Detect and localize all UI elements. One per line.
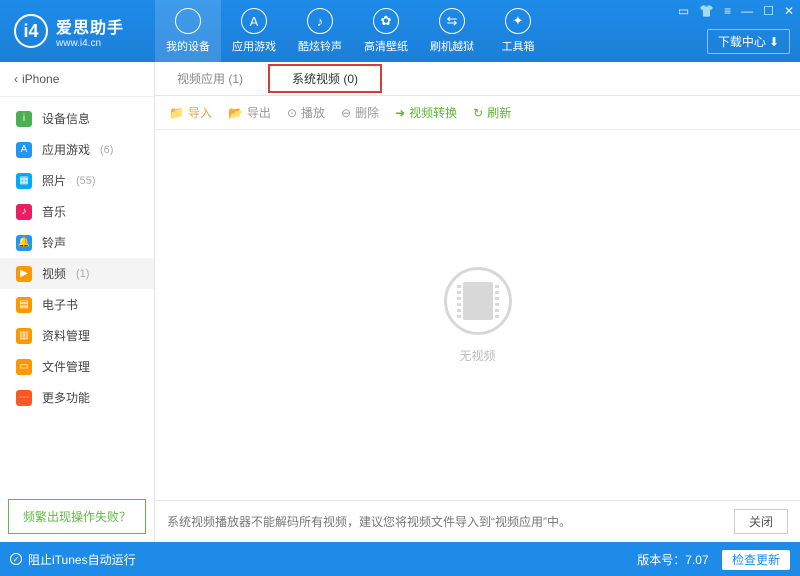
sidebar-icon: A: [16, 142, 32, 158]
app-url: www.i4.cn: [56, 38, 124, 49]
sidebar-icon: ▶: [16, 266, 32, 282]
sidebar-item-资料管理[interactable]: ▥资料管理: [0, 320, 154, 351]
main-panel: 视频应用 (1)系统视频 (0) 📁导入 📂导出 ⊙播放 ⊖删除 ➜视频转换 ↻…: [155, 62, 800, 542]
itunes-block-label[interactable]: 阻止iTunes自动运行: [28, 551, 136, 568]
nav-应用游戏[interactable]: A应用游戏: [221, 0, 287, 62]
sidebar: ‹ iPhone i设备信息 A应用游戏 (6)▦照片 (55)♪音乐 🔔铃声 …: [0, 62, 155, 542]
app-logo: i4 爱思助手 www.i4.cn: [0, 14, 155, 49]
sidebar-item-照片[interactable]: ▦照片 (55): [0, 165, 154, 196]
nav-icon: ✿: [373, 8, 399, 34]
export-button[interactable]: 📂导出: [228, 104, 271, 121]
sidebar-icon: i: [16, 111, 32, 127]
sidebar-item-更多功能[interactable]: ⋯更多功能: [0, 382, 154, 413]
nav-工具箱[interactable]: ✦工具箱: [485, 0, 551, 62]
help-button[interactable]: 频繁出现操作失败？: [8, 499, 146, 534]
check-icon[interactable]: ✓: [10, 553, 22, 565]
folder-in-icon: 📁: [169, 106, 184, 120]
sidebar-item-设备信息[interactable]: i设备信息: [0, 103, 154, 134]
sidebar-item-文件管理[interactable]: ▭文件管理: [0, 351, 154, 382]
folder-out-icon: 📂: [228, 106, 243, 120]
chevron-left-icon: ‹: [14, 72, 18, 86]
sidebar-item-应用游戏[interactable]: A应用游戏 (6): [0, 134, 154, 165]
app-name: 爱思助手: [56, 14, 124, 38]
hint-close-button[interactable]: 关闭: [734, 509, 788, 534]
convert-button[interactable]: ➜视频转换: [395, 104, 457, 121]
sidebar-item-音乐[interactable]: ♪音乐: [0, 196, 154, 227]
sidebar-icon: 🔔: [16, 235, 32, 251]
maximize-icon[interactable]: ☐: [763, 4, 774, 18]
nav-刷机越狱[interactable]: ⇆刷机越狱: [419, 0, 485, 62]
tab-系统视频 (0)[interactable]: 系统视频 (0): [268, 64, 382, 93]
empty-text: 无视频: [459, 347, 495, 364]
skin-icon[interactable]: 👕: [699, 4, 714, 18]
nav-icon: ⇆: [439, 8, 465, 34]
nav-我的设备[interactable]: 我的设备: [155, 0, 221, 62]
sidebar-icon: ♪: [16, 204, 32, 220]
tab-视频应用 (1)[interactable]: 视频应用 (1): [155, 62, 266, 95]
import-button[interactable]: 📁导入: [169, 104, 212, 121]
version-label: 版本号：: [637, 553, 685, 567]
nav-icon: [175, 8, 201, 34]
film-icon: [444, 267, 512, 335]
sidebar-item-铃声[interactable]: 🔔铃声: [0, 227, 154, 258]
sidebar-item-视频[interactable]: ▶视频 (1): [0, 258, 154, 289]
chat-icon[interactable]: ▭: [678, 4, 689, 18]
refresh-icon: ↻: [473, 106, 483, 120]
menu-icon[interactable]: ≡: [724, 4, 731, 18]
window-controls: ▭ 👕 ≡ — ☐ ✕: [678, 4, 794, 18]
convert-icon: ➜: [395, 106, 405, 120]
status-bar: ✓ 阻止iTunes自动运行 版本号：7.07 检查更新: [0, 542, 800, 576]
device-header[interactable]: ‹ iPhone: [0, 62, 154, 97]
sidebar-icon: ▤: [16, 297, 32, 313]
logo-icon: i4: [14, 14, 48, 48]
nav-酷炫铃声[interactable]: ♪酷炫铃声: [287, 0, 353, 62]
sidebar-icon: ▦: [16, 173, 32, 189]
download-center-button[interactable]: 下载中心 ⬇: [707, 29, 790, 54]
sidebar-icon: ▭: [16, 359, 32, 375]
delete-icon: ⊖: [341, 106, 351, 120]
close-icon[interactable]: ✕: [784, 4, 794, 18]
sidebar-icon: ▥: [16, 328, 32, 344]
status-right: 版本号：7.07 检查更新: [637, 551, 790, 568]
content-tabs: 视频应用 (1)系统视频 (0): [155, 62, 800, 96]
titlebar: i4 爱思助手 www.i4.cn 我的设备A应用游戏♪酷炫铃声✿高清壁纸⇆刷机…: [0, 0, 800, 62]
sidebar-item-电子书[interactable]: ▤电子书: [0, 289, 154, 320]
hint-text: 系统视频播放器不能解码所有视频，建议您将视频文件导入到“视频应用”中。: [167, 513, 571, 530]
sidebar-icon: ⋯: [16, 390, 32, 406]
toolbar: 📁导入 📂导出 ⊙播放 ⊖删除 ➜视频转换 ↻刷新: [155, 96, 800, 130]
hint-bar: 系统视频播放器不能解码所有视频，建议您将视频文件导入到“视频应用”中。 关闭: [155, 500, 800, 542]
empty-state: 无视频: [155, 130, 800, 500]
play-button[interactable]: ⊙播放: [287, 104, 325, 121]
nav-icon: ✦: [505, 8, 531, 34]
download-icon: ⬇: [769, 35, 779, 49]
play-icon: ⊙: [287, 106, 297, 120]
minimize-icon[interactable]: —: [741, 4, 753, 18]
nav-高清壁纸[interactable]: ✿高清壁纸: [353, 0, 419, 62]
refresh-button[interactable]: ↻刷新: [473, 104, 511, 121]
version-value: 7.07: [685, 553, 708, 567]
check-update-button[interactable]: 检查更新: [722, 550, 790, 570]
nav-icon: A: [241, 8, 267, 34]
delete-button[interactable]: ⊖删除: [341, 104, 379, 121]
nav-icon: ♪: [307, 8, 333, 34]
top-nav: 我的设备A应用游戏♪酷炫铃声✿高清壁纸⇆刷机越狱✦工具箱: [155, 0, 551, 62]
